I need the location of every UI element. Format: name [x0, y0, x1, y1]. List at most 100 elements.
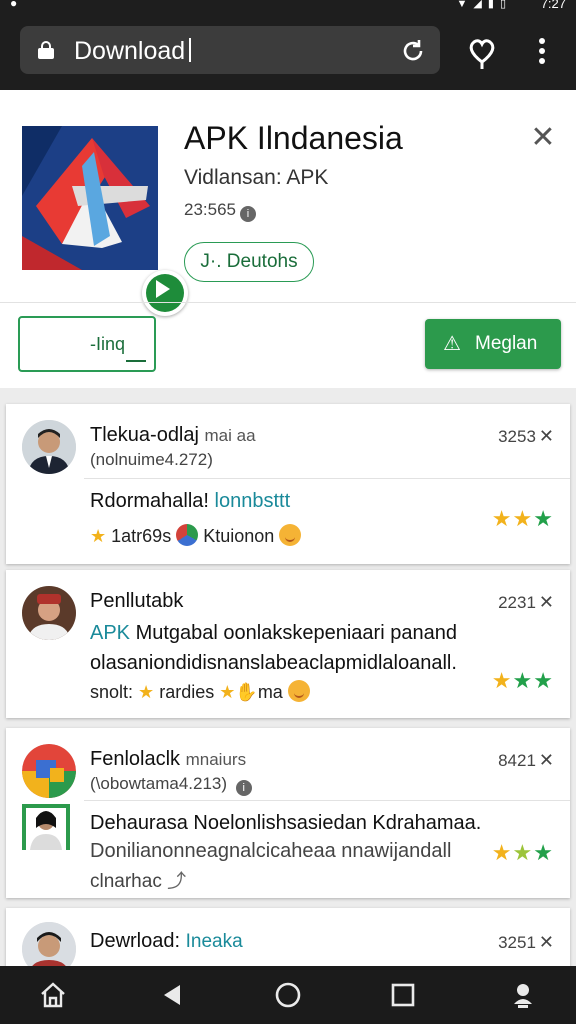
rating-stars: ★★★	[491, 840, 554, 865]
close-icon[interactable]: ✕	[539, 426, 554, 446]
reviewer-meta: (\obowtama4.213) i	[90, 774, 252, 796]
screen: ● ▼◢▮▯ 7:27 Download APK Ilndanesia ✕ Vi…	[0, 0, 576, 1024]
app-title: APK Ilndanesia	[184, 120, 403, 156]
url-text[interactable]: Download	[74, 37, 192, 66]
url-bar[interactable]: Download	[20, 26, 440, 74]
reviewer-name-suffix: mai aa	[204, 426, 256, 445]
avatar[interactable]	[22, 586, 76, 640]
square-icon[interactable]	[388, 980, 418, 1010]
reviewer-name: Dewrload: Ineaka	[90, 930, 243, 953]
avatar[interactable]	[22, 420, 76, 474]
divider	[84, 478, 570, 479]
browser-toolbar: Download	[0, 12, 576, 90]
app-size-value: 23:565	[184, 200, 236, 219]
review-tag-text: clnarhac	[90, 871, 162, 892]
home-icon[interactable]	[38, 980, 68, 1010]
back-icon[interactable]	[158, 980, 188, 1010]
star-icon: ★	[219, 682, 236, 702]
reviewer-name-suffix: Ineaka	[185, 931, 243, 952]
review-count: 8421 ✕	[498, 750, 554, 771]
app-logo-icon[interactable]	[22, 744, 76, 798]
reviewer-name-text: Dewrload:	[90, 930, 181, 952]
share-icon[interactable]: ⤴	[167, 871, 186, 892]
review-count-value: 3253	[498, 427, 536, 446]
review-card[interactable]: Penllutabk 2231 ✕ APK Mutgabal oonlakskep…	[6, 570, 570, 718]
review-tags: ★ 1atr69s Ktuionon	[90, 524, 302, 547]
download-icon: ⚠	[443, 333, 461, 355]
app-size: 23:565 i	[184, 200, 256, 222]
review-line: olasaniondidisnanslabeaclapmidlaloanall.	[90, 652, 457, 674]
divider	[84, 800, 570, 801]
review-count: 3251 ✕	[498, 932, 554, 953]
review-tag-text: ma	[257, 682, 283, 702]
star-icon: ★	[90, 526, 107, 546]
close-icon[interactable]: ✕	[539, 592, 554, 612]
review-link[interactable]: APK	[90, 622, 130, 644]
review-tags: clnarhac ⤴	[90, 866, 186, 893]
reviewer-name: Fenlolaclk mnaiurs	[90, 748, 246, 771]
review-line: Dehaurasa Noelonlishsasiedan Kdrahamaa.	[90, 812, 482, 834]
info-icon[interactable]: i	[235, 780, 252, 796]
emoji-icon	[279, 524, 302, 546]
reviewer-meta-text: (\obowtama4.213)	[90, 774, 228, 793]
notification-dot-icon: ●	[10, 0, 18, 10]
close-icon[interactable]: ✕	[539, 932, 554, 952]
reviewer-name: Penllutabk	[90, 590, 184, 612]
globe-icon	[176, 524, 199, 546]
review-link[interactable]: lonnbsttt	[215, 490, 291, 512]
close-icon[interactable]: ✕	[539, 750, 554, 770]
review-tags: snolt: ★ rardies ★✋ma	[90, 680, 310, 703]
review-count-value: 2231	[498, 593, 536, 612]
secondary-button[interactable]: -Iinq	[18, 316, 156, 372]
reviewer-name-text: Tlekua-odlaj	[90, 424, 199, 446]
review-count-value: 3251	[498, 933, 536, 952]
review-card[interactable]: Fenlolaclk mnaiurs (\obowtama4.213) i 84…	[6, 728, 570, 898]
reviewer-name: Tlekua-odlaj mai aa	[90, 424, 256, 447]
divider	[0, 302, 576, 303]
url-value: Download	[74, 37, 186, 65]
status-bar: ● ▼◢▮▯ 7:27	[0, 0, 576, 12]
more-icon[interactable]	[532, 38, 552, 68]
status-time: 7:27	[540, 0, 566, 11]
emoji-icon	[287, 680, 310, 702]
review-line: APK Mutgabal oonlakskepeniaari panand	[90, 622, 457, 645]
app-icon[interactable]	[22, 126, 188, 316]
install-button-label: Meglan	[475, 333, 538, 354]
account-icon[interactable]	[508, 980, 538, 1010]
review-line: Rdormahalla! lonnbsttt	[90, 490, 290, 513]
language-pill-button[interactable]: J·. Deutohs	[184, 242, 314, 282]
avatar[interactable]	[22, 804, 70, 850]
reload-icon[interactable]	[400, 38, 426, 69]
app-header-card: APK Ilndanesia ✕ Vidlansan: APK 23:565 i …	[0, 90, 576, 388]
review-tag-text: Ktuionon	[203, 526, 275, 546]
install-button[interactable]: ⚠ Meglan	[425, 319, 561, 369]
circle-icon[interactable]	[273, 980, 303, 1010]
heart-icon[interactable]	[466, 36, 498, 69]
review-tag-text: snolt:	[90, 682, 134, 702]
system-nav-bar	[0, 966, 576, 1024]
review-line-text: Rdormahalla!	[90, 490, 209, 512]
rating-stars: ★★★	[491, 668, 554, 693]
rating-stars: ★★★	[491, 506, 554, 531]
reviewer-meta: (nolnuime4.272)	[90, 450, 213, 469]
info-icon[interactable]: i	[240, 206, 256, 222]
secondary-button-label: -Iinq	[90, 334, 126, 354]
close-icon[interactable]: ✕	[528, 123, 558, 154]
star-icon: ✋	[235, 682, 258, 702]
star-icon: ★	[138, 682, 155, 702]
review-tag-text: rardies	[159, 682, 215, 702]
lock-icon	[38, 41, 54, 59]
reviewer-name-suffix: mnaiurs	[185, 750, 247, 769]
review-line: Donilianonneagnalcicaheaa nnawijandall	[90, 840, 452, 862]
review-line-text: Mutgabal oonlakskepeniaari panand	[135, 622, 457, 644]
review-tag-text: 1atr69s	[111, 526, 172, 546]
text-cursor	[189, 38, 192, 62]
review-count: 3253 ✕	[498, 426, 554, 447]
app-developer[interactable]: Vidlansan: APK	[184, 166, 328, 190]
status-icons: ▼◢▮▯	[456, 0, 512, 10]
review-card[interactable]: Tlekua-odlaj mai aa (nolnuime4.272) 3253…	[6, 404, 570, 564]
reviewer-name-text: Fenlolaclk	[90, 748, 181, 770]
review-count: 2231 ✕	[498, 592, 554, 613]
play-icon	[142, 270, 188, 316]
review-count-value: 8421	[498, 751, 536, 770]
